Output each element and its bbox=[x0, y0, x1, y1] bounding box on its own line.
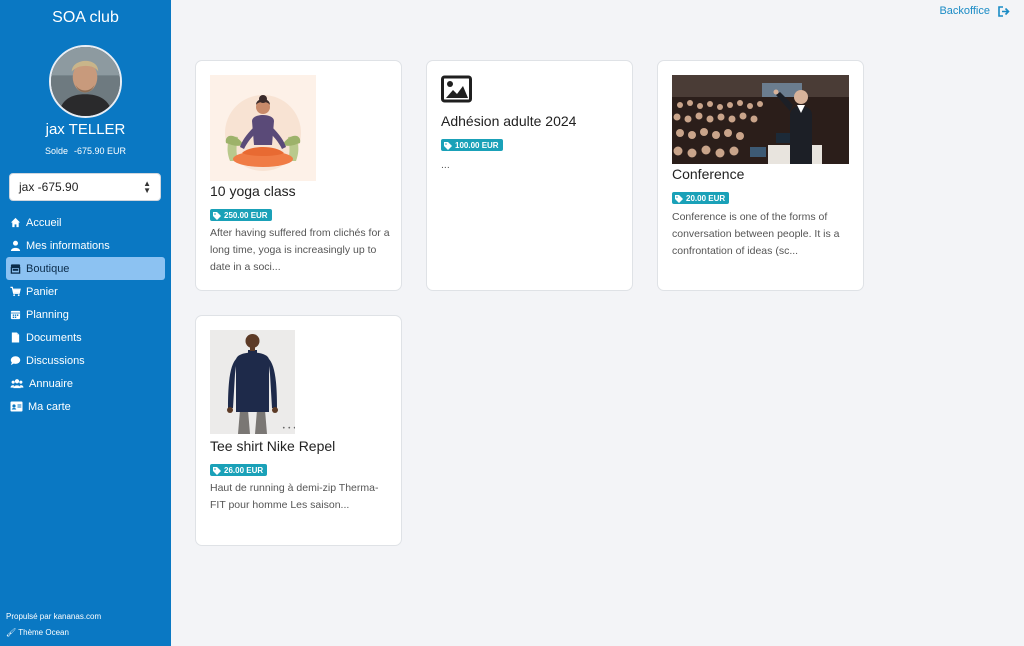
svg-text:• • •: • • • bbox=[282, 425, 295, 432]
price-badge: 20.00 EUR bbox=[672, 192, 730, 204]
id-card-icon bbox=[10, 401, 23, 412]
product-description: ... bbox=[441, 159, 450, 171]
price-badge: 250.00 EUR bbox=[210, 209, 272, 221]
footer-theme[interactable]: 🖌 Thème Ocean bbox=[6, 628, 69, 637]
document-icon bbox=[10, 332, 21, 343]
tag-icon bbox=[444, 141, 452, 150]
select-arrows-icon: ▲ ▼ bbox=[143, 179, 151, 195]
sidebar-item-panier[interactable]: Panier bbox=[6, 280, 165, 303]
product-title[interactable]: 10 yoga class bbox=[210, 183, 296, 199]
store-icon bbox=[10, 263, 21, 274]
sidebar-item-label: Annuaire bbox=[29, 377, 74, 390]
product-image-tee-shirt: • • • bbox=[210, 330, 295, 434]
avatar[interactable] bbox=[49, 45, 122, 118]
user-name: jax TELLER bbox=[45, 121, 126, 138]
product-title[interactable]: Tee shirt Nike Repel bbox=[210, 438, 335, 454]
sidebar-item-boutique[interactable]: Boutique bbox=[6, 257, 165, 280]
sidebar-item-label: Accueil bbox=[26, 216, 62, 229]
balance-value: -675.90 EUR bbox=[74, 146, 127, 156]
sidebar-item-label: Boutique bbox=[26, 262, 70, 275]
sidebar-item-mes-informations[interactable]: Mes informations bbox=[6, 234, 165, 257]
product-image-yoga bbox=[210, 75, 316, 181]
paint-roller-icon: 🖌 bbox=[6, 628, 17, 637]
sidebar-item-ma-carte[interactable]: Ma carte bbox=[6, 395, 165, 418]
tag-icon bbox=[213, 466, 221, 475]
product-card[interactable]: Conference 20.00 EUR Conference is one o… bbox=[657, 60, 864, 291]
product-description: After having suffered from clichés for a… bbox=[210, 227, 390, 273]
image-placeholder-icon bbox=[441, 75, 473, 105]
product-description: Haut de running à demi-zip Therma-FIT po… bbox=[210, 482, 379, 511]
sidebar-item-label: Documents bbox=[26, 331, 82, 344]
footer-theme-label: Thème Ocean bbox=[18, 628, 69, 637]
balance: Solde -675.90 EUR bbox=[0, 146, 171, 156]
price-value: 250.00 EUR bbox=[224, 211, 268, 220]
footer-powered-by[interactable]: Propulsé par kananas.com bbox=[6, 612, 101, 621]
sign-out-icon bbox=[998, 5, 1010, 17]
comment-icon bbox=[10, 355, 21, 366]
product-image-conference bbox=[672, 75, 849, 164]
club-name: SOA club bbox=[52, 9, 119, 26]
price-value: 20.00 EUR bbox=[686, 194, 726, 203]
sidebar-item-label: Planning bbox=[26, 308, 69, 321]
tag-icon bbox=[213, 211, 221, 220]
calendar-icon bbox=[10, 309, 21, 320]
price-value: 100.00 EUR bbox=[455, 141, 499, 150]
product-card[interactable]: • • • Tee shirt Nike Repel 26.00 EUR Hau… bbox=[195, 315, 402, 546]
product-description: Conference is one of the forms of conver… bbox=[672, 211, 840, 257]
sidebar-item-label: Ma carte bbox=[28, 400, 71, 413]
sidebar-item-discussions[interactable]: Discussions bbox=[6, 349, 165, 372]
home-icon bbox=[10, 217, 21, 228]
price-value: 26.00 EUR bbox=[224, 466, 264, 475]
users-icon bbox=[10, 378, 24, 389]
product-title[interactable]: Conference bbox=[672, 166, 744, 182]
backoffice-label: Backoffice bbox=[939, 5, 990, 17]
user-icon bbox=[10, 240, 21, 251]
sidebar: SOA club jax TELLER Solde -675.90 EUR jax… bbox=[0, 0, 171, 646]
sidebar-item-documents[interactable]: Documents bbox=[6, 326, 165, 349]
price-badge: 26.00 EUR bbox=[210, 464, 268, 476]
sidebar-item-label: Discussions bbox=[26, 354, 85, 367]
sidebar-item-label: Panier bbox=[26, 285, 58, 298]
product-title[interactable]: Adhésion adulte 2024 bbox=[441, 113, 576, 129]
backoffice-link[interactable]: Backoffice bbox=[939, 5, 1010, 17]
tag-icon bbox=[675, 194, 683, 203]
cart-icon bbox=[10, 286, 21, 297]
sidebar-nav: Accueil Mes informations Boutique Panier… bbox=[6, 211, 165, 418]
product-card[interactable]: Adhésion adulte 2024 100.00 EUR ... bbox=[426, 60, 633, 291]
account-select[interactable]: jax -675.90 ▲ ▼ bbox=[9, 173, 161, 201]
sidebar-item-label: Mes informations bbox=[26, 239, 110, 252]
price-badge: 100.00 EUR bbox=[441, 139, 503, 151]
product-card[interactable]: 10 yoga class 250.00 EUR After having su… bbox=[195, 60, 402, 291]
sidebar-item-annuaire[interactable]: Annuaire bbox=[6, 372, 165, 395]
balance-label: Solde bbox=[44, 146, 68, 156]
sidebar-item-accueil[interactable]: Accueil bbox=[6, 211, 165, 234]
account-select-value: jax -675.90 bbox=[19, 180, 79, 194]
sidebar-item-planning[interactable]: Planning bbox=[6, 303, 165, 326]
